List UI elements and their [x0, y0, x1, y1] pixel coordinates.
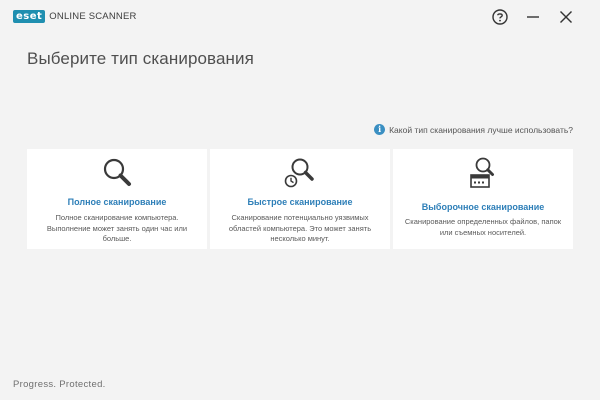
app-window: eset ONLINE SCANNER Выберите тип сканиро…: [0, 0, 600, 400]
full-scan-title: Полное сканирование: [67, 197, 167, 207]
magnifier-icon: [103, 158, 131, 186]
minimize-icon: [527, 16, 539, 18]
close-icon: [560, 11, 572, 23]
custom-scan-description: Сканирование определенных файлов, папок …: [404, 217, 562, 237]
quick-scan-card[interactable]: Быстрое сканирование Сканирование потенц…: [210, 149, 390, 249]
page-title: Выберите тип сканирования: [27, 49, 254, 68]
titlebar: eset ONLINE SCANNER: [0, 0, 600, 32]
logo-text: ONLINE SCANNER: [49, 11, 137, 22]
close-button[interactable]: [557, 8, 575, 26]
footer-tagline: Progress. Protected.: [13, 379, 106, 390]
custom-scan-title: Выборочное сканирование: [421, 202, 545, 212]
help-circle-icon: [492, 9, 508, 25]
scan-type-cards: Полное сканирование Полное сканирование …: [27, 149, 573, 249]
eset-logo: eset ONLINE SCANNER: [13, 10, 137, 23]
magnifier-window-icon: [470, 157, 494, 188]
logo-badge: eset: [13, 10, 46, 23]
full-scan-description: Полное сканирование компьютера. Выполнен…: [46, 213, 188, 243]
full-scan-card[interactable]: Полное сканирование Полное сканирование …: [27, 149, 207, 249]
quick-scan-description: Сканирование потенциально уязвимых облас…: [228, 213, 372, 243]
scan-type-help-link[interactable]: i Какой тип сканирования лучше использов…: [374, 124, 573, 135]
info-icon: i: [374, 124, 386, 135]
custom-scan-card[interactable]: Выборочное сканирование Сканирование опр…: [393, 149, 573, 249]
minimize-button[interactable]: [524, 8, 542, 26]
quick-scan-title: Быстрое сканирование: [247, 197, 353, 207]
help-link-text: Какой тип сканирования лучше использоват…: [389, 124, 573, 135]
magnifier-clock-icon: [284, 158, 314, 188]
help-button[interactable]: [491, 8, 509, 26]
